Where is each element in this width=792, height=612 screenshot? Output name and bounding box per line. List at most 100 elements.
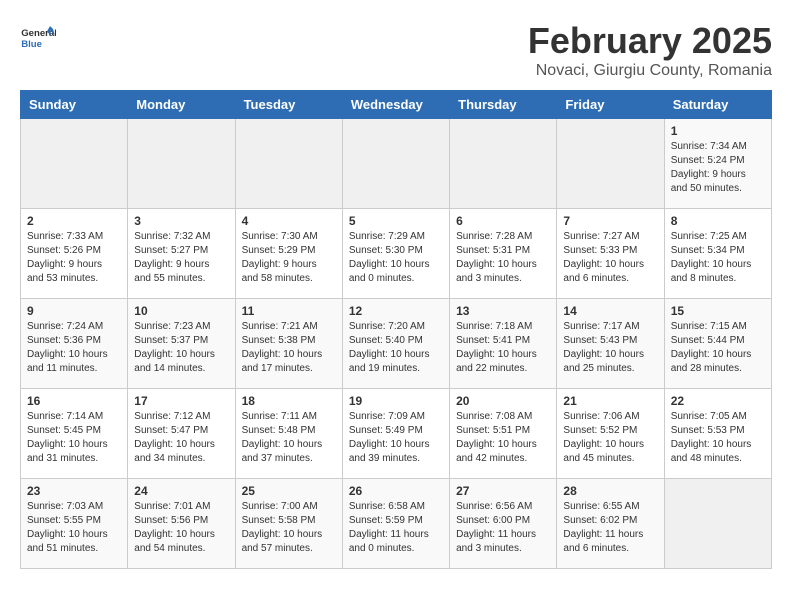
day-number: 15: [671, 304, 765, 318]
calendar-day-cell: [557, 119, 664, 209]
weekday-header-cell: Tuesday: [235, 91, 342, 119]
calendar-day-cell: 10 Sunrise: 7:23 AM Sunset: 5:37 PM Dayli…: [128, 299, 235, 389]
day-number: 18: [242, 394, 336, 408]
day-info: Sunrise: 7:05 AM Sunset: 5:53 PM Dayligh…: [671, 410, 765, 466]
day-info: Sunrise: 7:15 AM Sunset: 5:44 PM Dayligh…: [671, 320, 765, 376]
day-number: 1: [671, 124, 765, 138]
day-info: Sunrise: 7:24 AM Sunset: 5:36 PM Dayligh…: [27, 320, 121, 376]
day-number: 6: [456, 214, 550, 228]
day-number: 13: [456, 304, 550, 318]
calendar-day-cell: [342, 119, 449, 209]
title-block: February 2025 Novaci, Giurgiu County, Ro…: [528, 20, 772, 80]
day-info: Sunrise: 7:29 AM Sunset: 5:30 PM Dayligh…: [349, 230, 443, 286]
calendar-day-cell: [664, 479, 771, 569]
weekday-header-cell: Thursday: [450, 91, 557, 119]
calendar-day-cell: 27 Sunrise: 6:56 AM Sunset: 6:00 PM Dayli…: [450, 479, 557, 569]
day-info: Sunrise: 7:20 AM Sunset: 5:40 PM Dayligh…: [349, 320, 443, 376]
month-year-title: February 2025: [528, 20, 772, 62]
calendar-day-cell: 19 Sunrise: 7:09 AM Sunset: 5:49 PM Dayli…: [342, 389, 449, 479]
weekday-header-cell: Wednesday: [342, 91, 449, 119]
day-info: Sunrise: 7:11 AM Sunset: 5:48 PM Dayligh…: [242, 410, 336, 466]
calendar-day-cell: 4Sunrise: 7:30 AM Sunset: 5:29 PM Daylig…: [235, 209, 342, 299]
calendar-day-cell: [128, 119, 235, 209]
day-info: Sunrise: 7:33 AM Sunset: 5:26 PM Dayligh…: [27, 230, 121, 286]
day-number: 7: [563, 214, 657, 228]
day-number: 17: [134, 394, 228, 408]
day-info: Sunrise: 7:00 AM Sunset: 5:58 PM Dayligh…: [242, 500, 336, 556]
day-info: Sunrise: 6:58 AM Sunset: 5:59 PM Dayligh…: [349, 500, 443, 556]
day-info: Sunrise: 6:55 AM Sunset: 6:02 PM Dayligh…: [563, 500, 657, 556]
day-info: Sunrise: 7:08 AM Sunset: 5:51 PM Dayligh…: [456, 410, 550, 466]
generalblue-logo-icon: General Blue: [20, 20, 56, 56]
calendar-day-cell: 11 Sunrise: 7:21 AM Sunset: 5:38 PM Dayli…: [235, 299, 342, 389]
day-number: 27: [456, 484, 550, 498]
day-info: Sunrise: 6:56 AM Sunset: 6:00 PM Dayligh…: [456, 500, 550, 556]
day-number: 20: [456, 394, 550, 408]
day-info: Sunrise: 7:03 AM Sunset: 5:55 PM Dayligh…: [27, 500, 121, 556]
svg-text:Blue: Blue: [21, 39, 42, 50]
calendar-day-cell: 6Sunrise: 7:28 AM Sunset: 5:31 PM Daylig…: [450, 209, 557, 299]
day-info: Sunrise: 7:01 AM Sunset: 5:56 PM Dayligh…: [134, 500, 228, 556]
calendar-week-row: 1 Sunrise: 7:34 AM Sunset: 5:24 PM Daylig…: [21, 119, 772, 209]
day-info: Sunrise: 7:17 AM Sunset: 5:43 PM Dayligh…: [563, 320, 657, 376]
calendar-day-cell: 15 Sunrise: 7:15 AM Sunset: 5:44 PM Dayli…: [664, 299, 771, 389]
day-number: 24: [134, 484, 228, 498]
day-number: 19: [349, 394, 443, 408]
day-info: Sunrise: 7:25 AM Sunset: 5:34 PM Dayligh…: [671, 230, 765, 286]
day-number: 12: [349, 304, 443, 318]
calendar-day-cell: 20 Sunrise: 7:08 AM Sunset: 5:51 PM Dayli…: [450, 389, 557, 479]
day-number: 9: [27, 304, 121, 318]
location-subtitle: Novaci, Giurgiu County, Romania: [528, 62, 772, 80]
calendar-day-cell: 2 Sunrise: 7:33 AM Sunset: 5:26 PM Daylig…: [21, 209, 128, 299]
weekday-header-row: SundayMondayTuesdayWednesdayThursdayFrid…: [21, 91, 772, 119]
calendar-day-cell: [235, 119, 342, 209]
day-number: 26: [349, 484, 443, 498]
day-number: 8: [671, 214, 765, 228]
calendar-day-cell: 17 Sunrise: 7:12 AM Sunset: 5:47 PM Dayli…: [128, 389, 235, 479]
calendar-day-cell: 24 Sunrise: 7:01 AM Sunset: 5:56 PM Dayli…: [128, 479, 235, 569]
day-info: Sunrise: 7:09 AM Sunset: 5:49 PM Dayligh…: [349, 410, 443, 466]
logo: General Blue: [20, 20, 56, 56]
day-number: 5: [349, 214, 443, 228]
calendar-day-cell: 14Sunrise: 7:17 AM Sunset: 5:43 PM Dayli…: [557, 299, 664, 389]
day-info: Sunrise: 7:21 AM Sunset: 5:38 PM Dayligh…: [242, 320, 336, 376]
calendar-day-cell: 13 Sunrise: 7:18 AM Sunset: 5:41 PM Dayli…: [450, 299, 557, 389]
page-header: General Blue February 2025 Novaci, Giurg…: [20, 20, 772, 80]
day-number: 21: [563, 394, 657, 408]
calendar-day-cell: 7 Sunrise: 7:27 AM Sunset: 5:33 PM Daylig…: [557, 209, 664, 299]
calendar-day-cell: 26 Sunrise: 6:58 AM Sunset: 5:59 PM Dayli…: [342, 479, 449, 569]
day-number: 2: [27, 214, 121, 228]
calendar-day-cell: 28 Sunrise: 6:55 AM Sunset: 6:02 PM Dayli…: [557, 479, 664, 569]
day-info: Sunrise: 7:34 AM Sunset: 5:24 PM Dayligh…: [671, 140, 765, 196]
calendar-day-cell: 25 Sunrise: 7:00 AM Sunset: 5:58 PM Dayli…: [235, 479, 342, 569]
day-info: Sunrise: 7:32 AM Sunset: 5:27 PM Dayligh…: [134, 230, 228, 286]
weekday-header-cell: Monday: [128, 91, 235, 119]
calendar-day-cell: 9 Sunrise: 7:24 AM Sunset: 5:36 PM Daylig…: [21, 299, 128, 389]
calendar-week-row: 23Sunrise: 7:03 AM Sunset: 5:55 PM Dayli…: [21, 479, 772, 569]
calendar-day-cell: 23Sunrise: 7:03 AM Sunset: 5:55 PM Dayli…: [21, 479, 128, 569]
day-info: Sunrise: 7:27 AM Sunset: 5:33 PM Dayligh…: [563, 230, 657, 286]
day-info: Sunrise: 7:06 AM Sunset: 5:52 PM Dayligh…: [563, 410, 657, 466]
day-number: 3: [134, 214, 228, 228]
calendar-day-cell: 16Sunrise: 7:14 AM Sunset: 5:45 PM Dayli…: [21, 389, 128, 479]
day-number: 28: [563, 484, 657, 498]
day-info: Sunrise: 7:30 AM Sunset: 5:29 PM Dayligh…: [242, 230, 336, 286]
day-info: Sunrise: 7:12 AM Sunset: 5:47 PM Dayligh…: [134, 410, 228, 466]
weekday-header-cell: Friday: [557, 91, 664, 119]
day-info: Sunrise: 7:18 AM Sunset: 5:41 PM Dayligh…: [456, 320, 550, 376]
calendar-week-row: 9 Sunrise: 7:24 AM Sunset: 5:36 PM Daylig…: [21, 299, 772, 389]
day-info: Sunrise: 7:14 AM Sunset: 5:45 PM Dayligh…: [27, 410, 121, 466]
calendar-table: SundayMondayTuesdayWednesdayThursdayFrid…: [20, 90, 772, 569]
calendar-day-cell: 21 Sunrise: 7:06 AM Sunset: 5:52 PM Dayli…: [557, 389, 664, 479]
day-number: 25: [242, 484, 336, 498]
day-number: 11: [242, 304, 336, 318]
calendar-body: 1 Sunrise: 7:34 AM Sunset: 5:24 PM Daylig…: [21, 119, 772, 569]
calendar-day-cell: 22Sunrise: 7:05 AM Sunset: 5:53 PM Dayli…: [664, 389, 771, 479]
calendar-day-cell: 12 Sunrise: 7:20 AM Sunset: 5:40 PM Dayli…: [342, 299, 449, 389]
calendar-day-cell: 3 Sunrise: 7:32 AM Sunset: 5:27 PM Daylig…: [128, 209, 235, 299]
calendar-week-row: 2 Sunrise: 7:33 AM Sunset: 5:26 PM Daylig…: [21, 209, 772, 299]
day-info: Sunrise: 7:23 AM Sunset: 5:37 PM Dayligh…: [134, 320, 228, 376]
day-number: 10: [134, 304, 228, 318]
calendar-day-cell: 5 Sunrise: 7:29 AM Sunset: 5:30 PM Daylig…: [342, 209, 449, 299]
calendar-day-cell: 1 Sunrise: 7:34 AM Sunset: 5:24 PM Daylig…: [664, 119, 771, 209]
